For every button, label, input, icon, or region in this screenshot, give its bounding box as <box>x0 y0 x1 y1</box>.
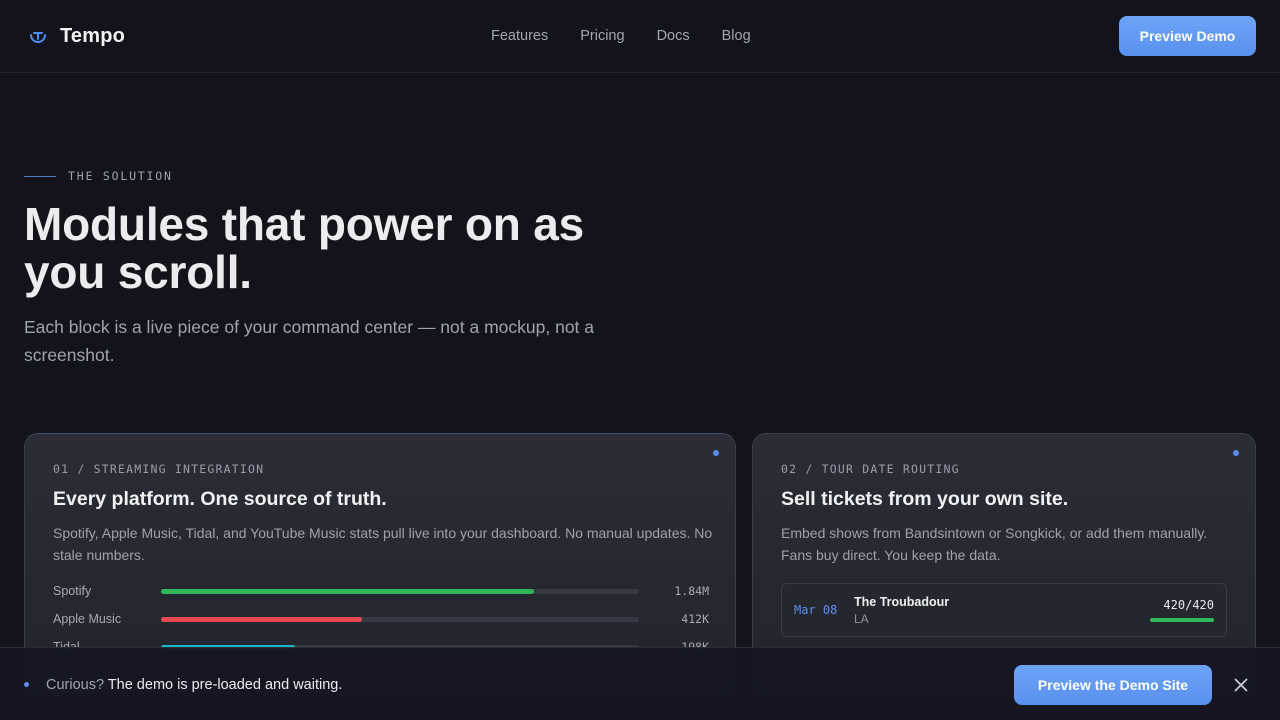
nav-link-features[interactable]: Features <box>491 27 548 45</box>
banner-muted-text: Curious? <box>46 677 105 693</box>
nav-link-docs[interactable]: Docs <box>657 27 690 45</box>
eyebrow-label: THE SOLUTION <box>68 169 173 183</box>
nav-link-pricing[interactable]: Pricing <box>580 27 624 45</box>
ticket-capacity: 420/420 <box>1163 598 1214 612</box>
card-kicker: 01 / STREAMING INTEGRATION <box>53 462 265 476</box>
close-icon[interactable] <box>1232 676 1250 694</box>
show-venue: The Troubadour <box>854 595 950 609</box>
preview-demo-site-button[interactable]: Preview the Demo Site <box>1014 665 1212 705</box>
stat-value: 1.84M <box>674 584 709 598</box>
card-title: Every platform. One source of truth. <box>53 488 387 510</box>
capacity-bar <box>1150 618 1214 622</box>
top-nav: Tempo Features Pricing Docs Blog Preview… <box>0 0 1280 73</box>
banner-message: Curious? The demo is pre-loaded and wait… <box>46 677 342 693</box>
demo-banner: Curious? The demo is pre-loaded and wait… <box>0 647 1280 720</box>
card-description: Spotify, Apple Music, Tidal, and YouTube… <box>53 525 713 563</box>
stat-bar <box>161 589 639 594</box>
brand-name: Tempo <box>60 24 126 47</box>
page-subtitle: Each block is a live piece of your comma… <box>24 317 595 365</box>
stat-bar-fill <box>161 617 362 622</box>
nav-links: Features Pricing Docs Blog <box>491 27 783 45</box>
status-dot <box>713 450 719 456</box>
stat-bar-fill <box>161 589 534 594</box>
nav-link-blog[interactable]: Blog <box>722 27 751 45</box>
brand[interactable]: Tempo <box>28 24 125 48</box>
card-kicker: 02 / TOUR DATE ROUTING <box>781 462 960 476</box>
eyebrow-rule <box>24 175 56 177</box>
show-date: Mar 08 <box>794 603 838 617</box>
tour-date-row[interactable]: Mar 08 The Troubadour LA 420/420 <box>781 583 1227 637</box>
page-headline: Modules that power on as you scroll. <box>24 198 585 298</box>
card-description: Embed shows from Bandsintown or Songkick… <box>781 525 1208 563</box>
status-dot <box>1233 450 1239 456</box>
stat-value: 412K <box>681 612 709 626</box>
card-title: Sell tickets from your own site. <box>781 488 1069 510</box>
banner-dot <box>24 682 29 687</box>
show-city: LA <box>854 612 869 626</box>
stat-label: Apple Music <box>53 612 122 626</box>
stat-label: Spotify <box>53 584 92 598</box>
capacity-bar-fill <box>1150 618 1214 622</box>
stat-row-spotify: Spotify 1.84M <box>53 583 709 601</box>
tempo-logo-icon <box>28 26 48 46</box>
banner-text: The demo is pre-loaded and waiting. <box>104 677 343 693</box>
section-eyebrow: THE SOLUTION <box>24 169 173 183</box>
stat-bar <box>161 617 639 622</box>
stat-row-apple-music: Apple Music 412K <box>53 611 709 629</box>
preview-demo-button[interactable]: Preview Demo <box>1119 16 1256 56</box>
